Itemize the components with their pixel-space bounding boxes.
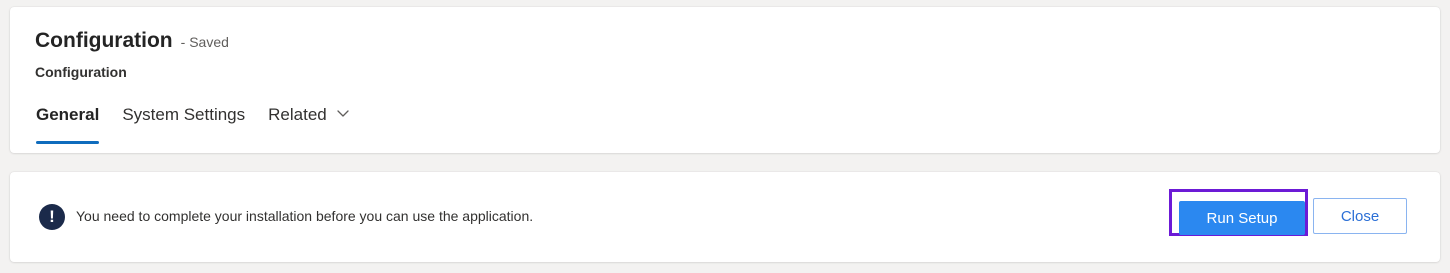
- tab-label: General: [36, 105, 100, 124]
- close-button[interactable]: Close: [1313, 198, 1407, 234]
- title-row: Configuration - Saved: [35, 29, 229, 53]
- form-header: Configuration - Saved Configuration Gene…: [10, 7, 1440, 153]
- tab-label: System Settings: [122, 105, 246, 124]
- highlight-outline: Run Setup: [1169, 189, 1308, 236]
- chevron-down-icon: [337, 110, 349, 117]
- tab-list: General System Settings Related: [35, 103, 373, 147]
- notification-bar: ! You need to complete your installation…: [10, 172, 1440, 262]
- tab-related[interactable]: Related: [268, 103, 350, 145]
- exclamation-icon: !: [39, 204, 65, 230]
- tab-system-settings[interactable]: System Settings: [122, 103, 245, 145]
- page-title: Configuration: [35, 29, 173, 52]
- tab-general[interactable]: General: [36, 103, 100, 145]
- active-tab-indicator: [36, 141, 100, 144]
- save-status: - Saved: [180, 34, 229, 50]
- notification-message: You need to complete your installation b…: [76, 208, 534, 224]
- entity-type-label: Configuration: [35, 64, 127, 80]
- run-setup-button[interactable]: Run Setup: [1179, 201, 1305, 235]
- tab-label: Related: [268, 105, 327, 124]
